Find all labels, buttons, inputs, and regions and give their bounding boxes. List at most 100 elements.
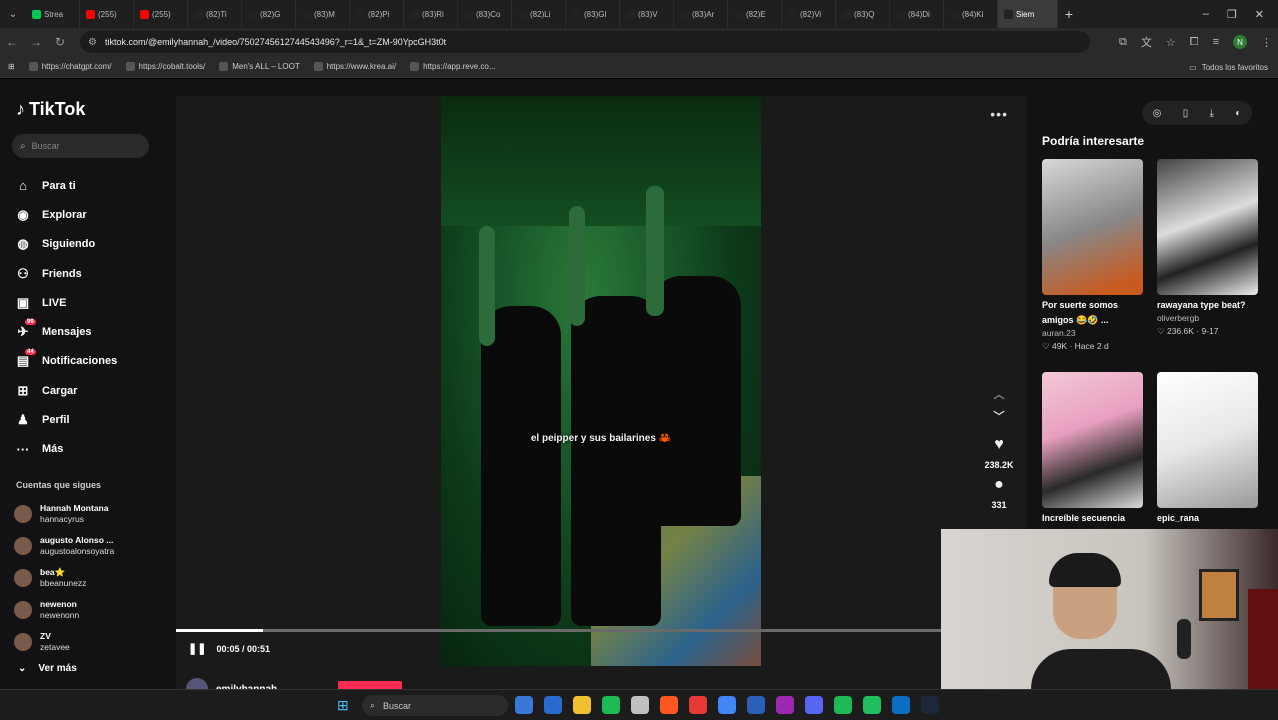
browser-tab[interactable]: (82)E xyxy=(728,0,782,28)
site-info-icon[interactable]: ⚙ xyxy=(88,37,97,48)
bookmark-star-icon[interactable]: ☆ xyxy=(1166,36,1176,49)
more-options-icon[interactable]: ••• xyxy=(990,106,1008,122)
video-player[interactable]: el peipper y sus bailarines 🦀 ••• ︿ ﹀ ♥ … xyxy=(176,96,1026,700)
browser-tab[interactable]: (83)Gl xyxy=(566,0,620,28)
browser-tab[interactable]: (83)M xyxy=(296,0,350,28)
taskbar-app-icon[interactable] xyxy=(515,696,533,714)
bookmark-item[interactable]: https://cobalt.tools/ xyxy=(125,62,205,71)
media-icon[interactable]: ≡ xyxy=(1213,36,1219,48)
taskbar-app-icon[interactable] xyxy=(892,696,910,714)
nav-item-perfil[interactable]: ♟ Perfil xyxy=(14,405,164,434)
bookmark-item[interactable]: https://www.krea.ai/ xyxy=(313,62,396,71)
following-account[interactable]: Hannah Montana hannacyrus xyxy=(14,498,164,530)
tiktok-logo[interactable]: ♪ TikTok xyxy=(16,99,85,120)
windows-start-icon[interactable]: ⊞ xyxy=(337,697,349,714)
nav-item-explorar[interactable]: ◉ Explorar xyxy=(14,200,164,229)
recommended-video-card[interactable]: Por suerte somos amigos 😂🤣 ... auran.23 ♡ … xyxy=(1042,159,1143,353)
video-thumbnail[interactable] xyxy=(1042,372,1143,508)
browser-tab[interactable]: (83)Ri xyxy=(404,0,458,28)
nav-item-notificaciones[interactable]: ▤ 44 Notificaciones xyxy=(14,347,164,376)
browser-tab[interactable]: (82)G xyxy=(242,0,296,28)
close-icon[interactable]: ✕ xyxy=(1255,8,1264,21)
back-icon[interactable]: ← xyxy=(0,35,24,49)
search-input[interactable] xyxy=(31,141,132,151)
recommended-video-card[interactable]: rawayana type beat? oliverbergb ♡ 236.6K ·… xyxy=(1157,159,1258,338)
next-video-icon[interactable]: ﹀ xyxy=(994,408,1005,424)
see-more-button[interactable]: ⌄ Ver más xyxy=(18,663,77,674)
recommended-video-card[interactable]: epic_rana xyxy=(1157,372,1258,526)
browser-tab[interactable]: (82)Ti xyxy=(188,0,242,28)
taskbar-app-icon[interactable] xyxy=(863,696,881,714)
following-account[interactable]: bea⭐ bbeanunezz xyxy=(14,562,164,594)
video-thumbnail[interactable] xyxy=(1042,159,1143,295)
taskbar-app-icon[interactable] xyxy=(747,696,765,714)
video-thumbnail[interactable] xyxy=(1157,159,1258,295)
extensions-icon[interactable]: ⧠ xyxy=(1190,36,1199,49)
browser-tab[interactable]: (82)Pi xyxy=(350,0,404,28)
browser-tab[interactable]: Siem xyxy=(998,0,1058,28)
browser-tab[interactable]: (83)Ar xyxy=(674,0,728,28)
video-author[interactable]: auran.23 xyxy=(1042,328,1143,339)
browser-tab[interactable]: (82)Vi xyxy=(782,0,836,28)
nav-item-siguiendo[interactable]: ◍ Siguiendo xyxy=(14,230,164,259)
video-progress-bar[interactable] xyxy=(176,629,941,632)
nav-item-live[interactable]: ▣ LIVE xyxy=(14,288,164,317)
following-account[interactable]: ZV zetavee xyxy=(14,626,164,658)
browser-tab[interactable]: (83)Q xyxy=(836,0,890,28)
taskbar-app-icon[interactable] xyxy=(602,696,620,714)
browser-tab[interactable]: (83)V xyxy=(620,0,674,28)
tab-search-button[interactable]: ⌄ xyxy=(0,0,26,28)
browser-tab[interactable]: (83)Co xyxy=(458,0,512,28)
nav-item-m-s[interactable]: ··· Más xyxy=(14,435,164,464)
taskbar-app-icon[interactable] xyxy=(660,696,678,714)
nav-item-para-ti[interactable]: ⌂ Para ti xyxy=(14,171,164,200)
apps-grid-icon[interactable]: ⊞ xyxy=(8,62,15,71)
reload-icon[interactable]: ↻ xyxy=(48,35,72,49)
following-account[interactable]: augusto Alonso ... augustoalonsoyatra xyxy=(14,530,164,562)
taskbar-app-icon[interactable] xyxy=(689,696,707,714)
settings-icon[interactable]: ◐ xyxy=(1235,108,1241,119)
browser-tab[interactable]: (84)Ki xyxy=(944,0,998,28)
taskbar-app-icon[interactable] xyxy=(718,696,736,714)
browser-tab[interactable]: (255) xyxy=(134,0,188,28)
bookmark-item[interactable]: https://app.reve.co... xyxy=(410,62,496,71)
profile-avatar[interactable]: N xyxy=(1233,35,1247,49)
browser-tab[interactable]: (84)Di xyxy=(890,0,944,28)
comment-icon[interactable]: ● xyxy=(994,476,1004,494)
url-input[interactable]: ⚙ tiktok.com/@emilyhannah_/video/7502745… xyxy=(80,31,1090,53)
browser-tab[interactable]: (82)Li xyxy=(512,0,566,28)
video-thumbnail[interactable] xyxy=(1157,372,1258,508)
device-icon[interactable]: ▯ xyxy=(1183,108,1189,119)
translate-icon[interactable]: 文 xyxy=(1141,34,1152,50)
recommended-video-card[interactable]: Increíble secuencia xyxy=(1042,372,1143,526)
taskbar-app-icon[interactable] xyxy=(805,696,823,714)
maximize-icon[interactable]: ❐ xyxy=(1227,8,1237,21)
bookmark-item[interactable]: https://chatgpt.com/ xyxy=(28,62,112,71)
previous-video-icon[interactable]: ︿ xyxy=(994,386,1005,402)
all-bookmarks[interactable]: ▭ Todos los favoritos xyxy=(1189,56,1268,78)
bookmark-item[interactable]: Men's ALL – LOOT xyxy=(219,62,300,71)
nav-item-mensajes[interactable]: ✈ 99 Mensajes xyxy=(14,317,164,346)
following-account[interactable]: newenon newenonn xyxy=(14,594,164,626)
taskbar-app-icon[interactable] xyxy=(631,696,649,714)
like-heart-icon[interactable]: ♥ xyxy=(994,436,1004,454)
download-icon[interactable]: ⤓ xyxy=(1210,108,1214,119)
taskbar-app-icon[interactable] xyxy=(776,696,794,714)
forward-icon[interactable]: → xyxy=(24,35,48,49)
video-frame[interactable]: el peipper y sus bailarines 🦀 xyxy=(441,96,761,666)
taskbar-search[interactable]: ⌕ Buscar xyxy=(362,695,508,716)
video-author[interactable]: oliverbergb xyxy=(1157,313,1258,324)
nav-item-friends[interactable]: ⚇ Friends xyxy=(14,259,164,288)
browser-menu-icon[interactable]: ⋮ xyxy=(1261,36,1272,49)
pause-icon[interactable]: ❚❚ xyxy=(188,642,206,655)
nav-item-cargar[interactable]: ⊞ Cargar xyxy=(14,376,164,405)
install-icon[interactable]: ⧉ xyxy=(1119,36,1127,49)
compass-small-icon[interactable]: ◎ xyxy=(1153,108,1162,119)
minimize-icon[interactable]: – xyxy=(1203,8,1209,20)
browser-tab[interactable]: Strea xyxy=(26,0,80,28)
taskbar-app-icon[interactable] xyxy=(544,696,562,714)
browser-tab[interactable]: (255) xyxy=(80,0,134,28)
taskbar-app-icon[interactable] xyxy=(921,696,939,714)
taskbar-app-icon[interactable] xyxy=(834,696,852,714)
new-tab-button[interactable]: + xyxy=(1058,6,1080,22)
